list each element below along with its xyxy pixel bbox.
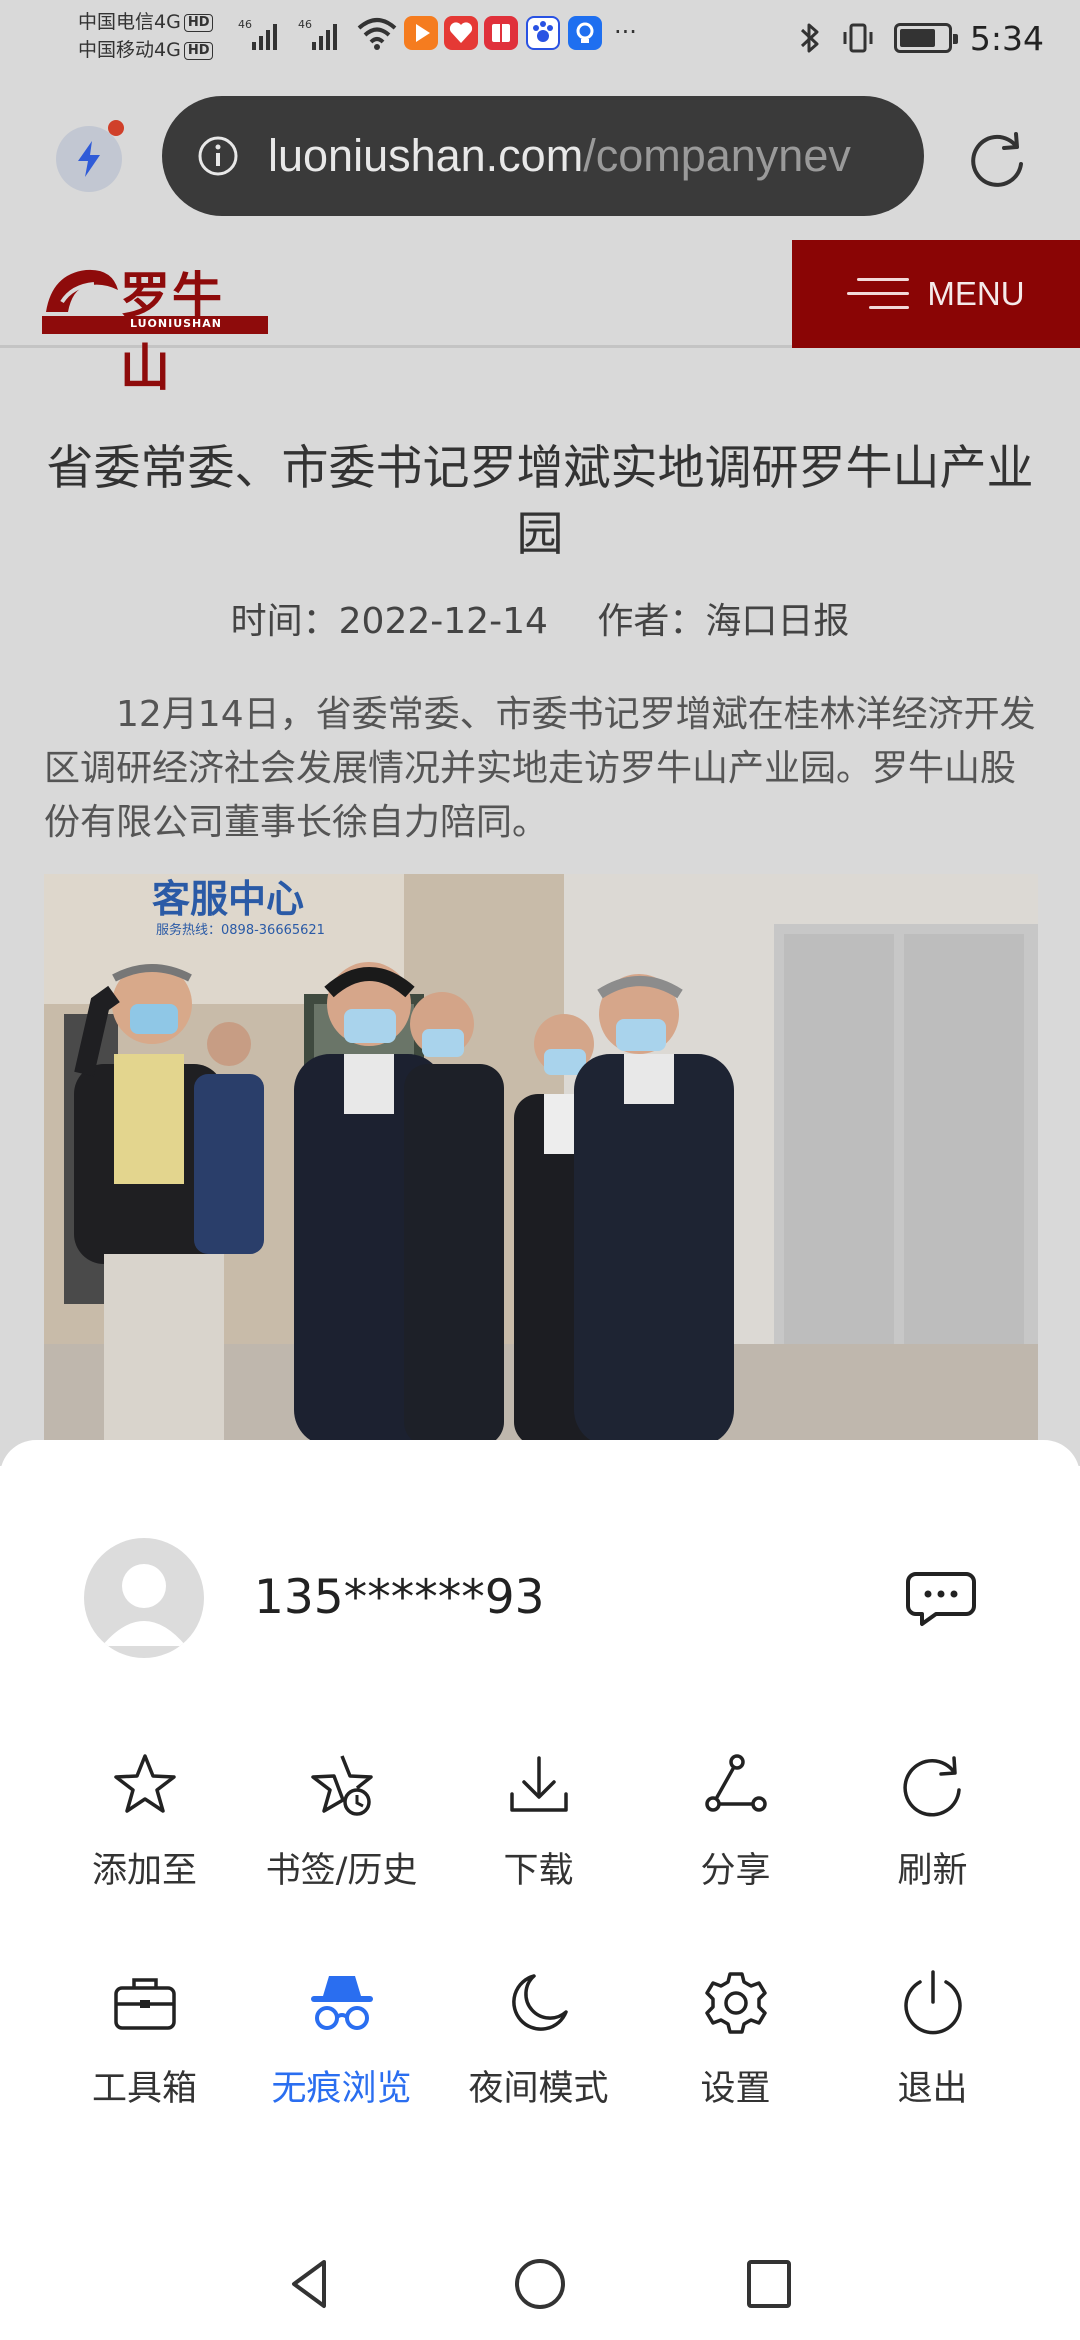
- incognito-button[interactable]: 无痕浏览: [243, 1968, 440, 2111]
- account-name[interactable]: 135******93: [254, 1570, 545, 1625]
- idea-app-icon: [568, 16, 602, 50]
- hamburger-icon: [847, 274, 910, 314]
- url-text[interactable]: luoniushan.com/companynev: [268, 130, 851, 182]
- url-domain: luoniushan.com: [268, 130, 584, 181]
- toolbox-button[interactable]: 工具箱: [46, 1968, 243, 2111]
- browser-toolbar: luoniushan.com/companynev: [0, 76, 1080, 236]
- power-icon: [903, 1970, 962, 2035]
- settings-label: 设置: [700, 2069, 771, 2109]
- clock: 5:34: [969, 18, 1044, 58]
- photo-sign-text: 客服中心: [152, 877, 304, 921]
- article-meta: 时间：2022-12-14 作者：海口日报: [0, 592, 1080, 644]
- reader-app-icon: [484, 16, 518, 50]
- exit-button[interactable]: 退出: [834, 1968, 1031, 2111]
- carrier-2: 中国移动4G: [78, 39, 181, 61]
- home-icon[interactable]: [512, 2254, 568, 2314]
- article-photo[interactable]: 客服中心 服务热线：0898-36665621: [44, 874, 1038, 1446]
- bookmarks-history-button[interactable]: 书签/历史: [243, 1750, 440, 1893]
- night-mode-label: 夜间模式: [468, 2069, 609, 2109]
- status-right: 5:34: [798, 10, 1044, 66]
- carrier-1: 中国电信4G: [78, 11, 181, 33]
- refresh-icon: [902, 1756, 961, 1817]
- toolbox-icon: [113, 1978, 176, 2030]
- ox-logo-icon: [46, 269, 118, 312]
- download-icon: [509, 1756, 568, 1812]
- more-notifications: ···: [614, 18, 637, 46]
- photo-sign-phone: 服务热线：0898-36665621: [156, 922, 325, 938]
- moon-icon: [511, 1974, 568, 2031]
- bluetooth-icon: [800, 23, 819, 53]
- info-icon[interactable]: [196, 134, 240, 178]
- signal-icon: 46: [298, 18, 337, 50]
- site-logo[interactable]: 罗牛山 LUONIUSHAN: [42, 256, 272, 397]
- menu-label: MENU: [927, 275, 1025, 312]
- web-content: 罗牛山 LUONIUSHAN MENU 省委常委、市委书记罗增斌实地调研罗牛山产…: [0, 236, 1080, 1446]
- baidu-app-icon: [526, 16, 560, 50]
- article-author: 作者：海口日报: [597, 601, 850, 642]
- add-to-button[interactable]: 添加至: [46, 1750, 243, 1893]
- refresh-label: 刷新: [897, 1851, 968, 1891]
- back-icon[interactable]: [284, 2254, 334, 2314]
- vibrate-icon: [843, 23, 873, 53]
- signal-icon: 46: [238, 18, 277, 50]
- address-bar[interactable]: luoniushan.com/companynev: [162, 96, 924, 216]
- network-type-2: 46: [298, 18, 312, 31]
- add-to-label: 添加至: [91, 1851, 197, 1891]
- incognito-label: 无痕浏览: [271, 2069, 412, 2109]
- reload-icon[interactable]: [964, 126, 1030, 192]
- message-icon[interactable]: [906, 1568, 976, 1628]
- article-body: 12月14日，省委常委、市委书记罗增斌在桂林洋经济开发区调研经济社会发展情况并实…: [44, 694, 1036, 843]
- download-label: 下载: [503, 1851, 574, 1891]
- hd-badge: HD: [183, 14, 214, 32]
- article-date: 时间：2022-12-14: [230, 601, 548, 642]
- refresh-button[interactable]: 刷新: [834, 1750, 1031, 1893]
- gear-icon: [704, 1972, 767, 2034]
- article-title: 省委常委、市委书记罗增斌实地调研罗牛山产业园: [46, 441, 1034, 562]
- menu-row-1: 添加至 书签/历史 下载 分享 刷新: [0, 1750, 1080, 1893]
- boost-button[interactable]: [56, 120, 124, 192]
- lightning-icon: [78, 141, 100, 177]
- carrier-info: 中国电信4G HD 中国移动4G HD: [78, 8, 214, 64]
- recents-icon[interactable]: [744, 2254, 794, 2314]
- share-icon: [704, 1754, 767, 1812]
- incognito-icon: [310, 1976, 373, 2030]
- exit-label: 退出: [897, 2069, 968, 2109]
- hd-badge: HD: [183, 42, 214, 60]
- menu-button[interactable]: MENU: [792, 240, 1080, 348]
- share-button[interactable]: 分享: [637, 1750, 834, 1893]
- logo-subtext: LUONIUSHAN: [130, 317, 222, 330]
- bookmark-history-icon: [310, 1755, 373, 1816]
- photo-illustration: 客服中心 服务热线：0898-36665621: [44, 874, 1038, 1446]
- logo-bar: LUONIUSHAN: [42, 316, 268, 334]
- url-path: /companynev: [583, 130, 851, 181]
- notification-dot: [108, 120, 124, 136]
- wifi-icon: [357, 18, 397, 50]
- night-mode-button[interactable]: 夜间模式: [440, 1968, 637, 2111]
- network-type-1: 46: [238, 18, 252, 31]
- star-icon: [113, 1754, 176, 1813]
- user-icon: [102, 1564, 186, 1646]
- site-header: 罗牛山 LUONIUSHAN MENU: [0, 236, 1080, 397]
- toolbox-label: 工具箱: [91, 2069, 197, 2109]
- video-app-icon: [404, 16, 438, 50]
- battery-icon: [893, 23, 958, 53]
- shopping-app-icon: [444, 16, 478, 50]
- avatar[interactable]: [84, 1538, 204, 1658]
- bookmarks-history-label: 书签/历史: [265, 1851, 418, 1891]
- share-label: 分享: [700, 1851, 771, 1891]
- status-bar: 中国电信4G HD 中国移动4G HD 46 46 ··· 5:34: [0, 0, 1080, 76]
- download-button[interactable]: 下载: [440, 1750, 637, 1893]
- settings-button[interactable]: 设置: [637, 1968, 834, 2111]
- browser-menu-sheet: 135******93 添加至 书签/历史 下载 分享 刷新 工具箱 无痕浏览 …: [0, 1440, 1080, 2340]
- system-nav-bar: [0, 2230, 1080, 2340]
- menu-row-2: 工具箱 无痕浏览 夜间模式 设置 退出: [0, 1968, 1080, 2111]
